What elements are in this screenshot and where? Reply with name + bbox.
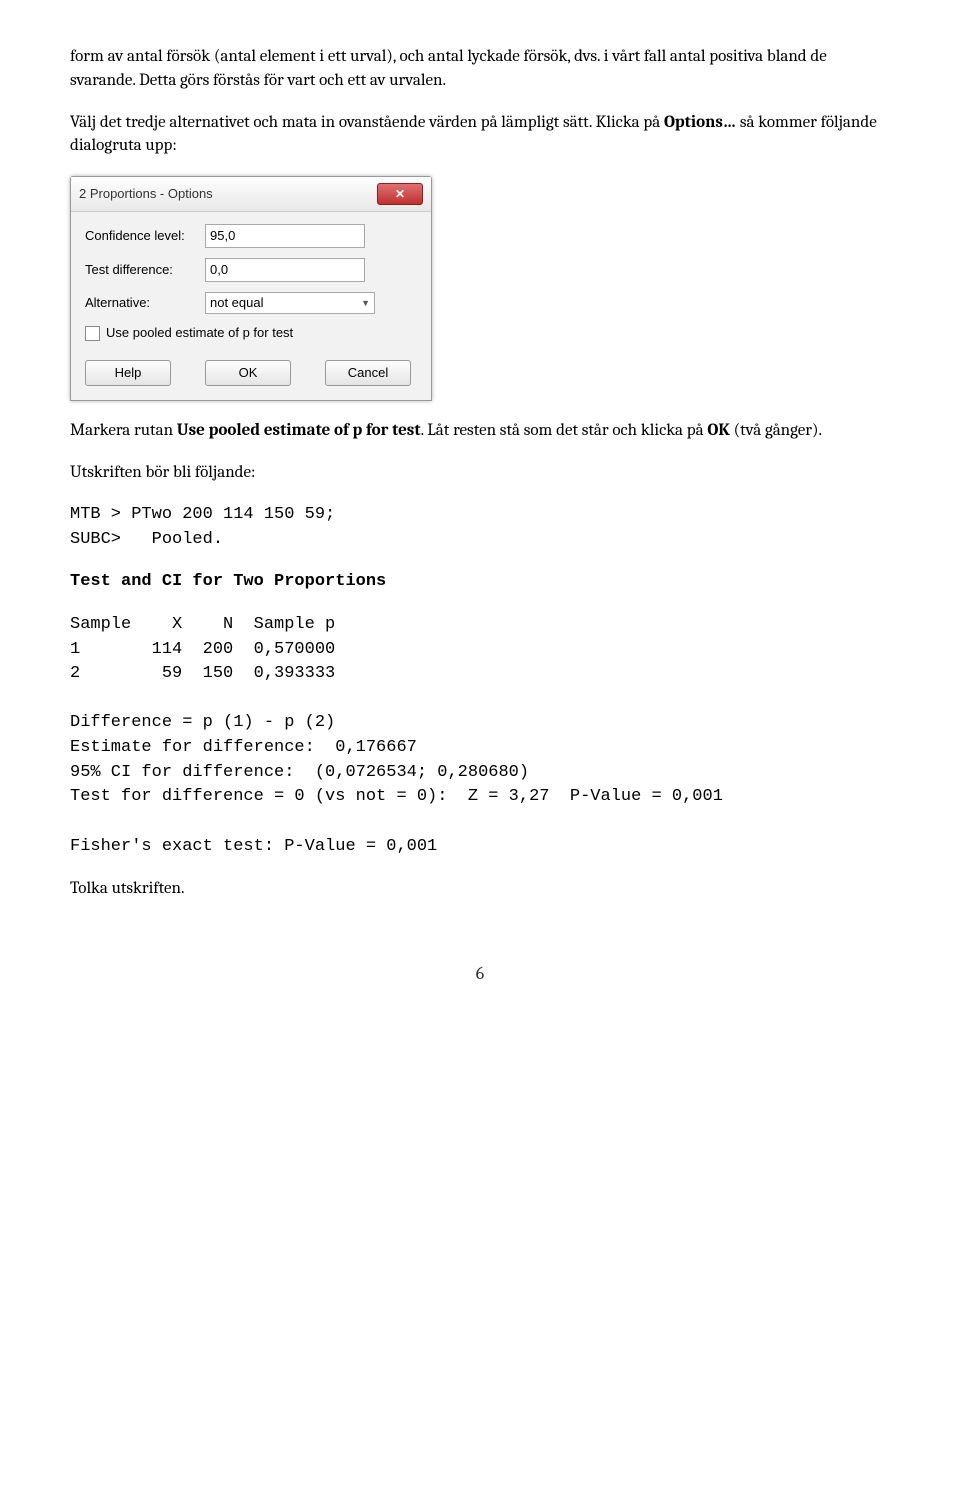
chevron-down-icon: ▼ — [361, 297, 370, 310]
pooled-checkbox-label: Use pooled estimate of p for test — [106, 324, 293, 342]
alternative-label: Alternative: — [85, 294, 205, 312]
alternative-select[interactable]: not equal ▼ — [205, 292, 375, 314]
cancel-button[interactable]: Cancel — [325, 360, 411, 386]
confidence-row: Confidence level: 95,0 — [85, 224, 417, 248]
p2-options: Options… — [664, 113, 736, 132]
code-block-1: MTB > PTwo 200 114 150 59; SUBC> Pooled. — [70, 503, 890, 552]
ok-button[interactable]: OK — [205, 360, 291, 386]
dialog-button-row: Help OK Cancel — [85, 360, 417, 386]
page-number: 6 — [70, 961, 890, 986]
testdiff-label: Test difference: — [85, 261, 205, 279]
confidence-input[interactable]: 95,0 — [205, 224, 365, 248]
paragraph-3: Markera rutan Use pooled estimate of p f… — [70, 419, 890, 443]
alternative-row: Alternative: not equal ▼ — [85, 292, 417, 314]
p3-ok: OK — [707, 421, 730, 440]
paragraph-1: form av antal försök (antal element i et… — [70, 45, 890, 93]
p3-text-e: (två gånger). — [730, 421, 822, 440]
testdiff-row: Test difference: 0,0 — [85, 258, 417, 282]
p3-text-a: Markera rutan — [70, 421, 177, 440]
code-heading: Test and CI for Two Proportions — [70, 570, 890, 595]
paragraph-2: Välj det tredje alternativet och mata in… — [70, 111, 890, 159]
dialog-title: 2 Proportions - Options — [79, 185, 213, 203]
dialog-body: Confidence level: 95,0 Test difference: … — [71, 212, 431, 400]
paragraph-4: Utskriften bör bli följande: — [70, 461, 890, 485]
paragraph-5: Tolka utskriften. — [70, 877, 890, 901]
help-button[interactable]: Help — [85, 360, 171, 386]
confidence-label: Confidence level: — [85, 227, 205, 245]
p3-text-c: . Låt resten stå som det står och klicka… — [421, 421, 708, 440]
pooled-checkbox[interactable] — [85, 326, 100, 341]
options-dialog: 2 Proportions - Options ✕ Confidence lev… — [70, 176, 432, 401]
alternative-value: not equal — [210, 294, 264, 312]
dialog-titlebar: 2 Proportions - Options ✕ — [71, 177, 431, 212]
p2-text-a: Välj det tredje alternativet och mata in… — [70, 113, 664, 132]
pooled-checkbox-row: Use pooled estimate of p for test — [85, 324, 417, 342]
code-block-2: Sample X N Sample p 1 114 200 0,570000 2… — [70, 613, 890, 859]
close-icon: ✕ — [395, 186, 405, 203]
close-button[interactable]: ✕ — [377, 183, 423, 205]
testdiff-input[interactable]: 0,0 — [205, 258, 365, 282]
p3-pooled: Use pooled estimate of p for test — [177, 421, 421, 440]
